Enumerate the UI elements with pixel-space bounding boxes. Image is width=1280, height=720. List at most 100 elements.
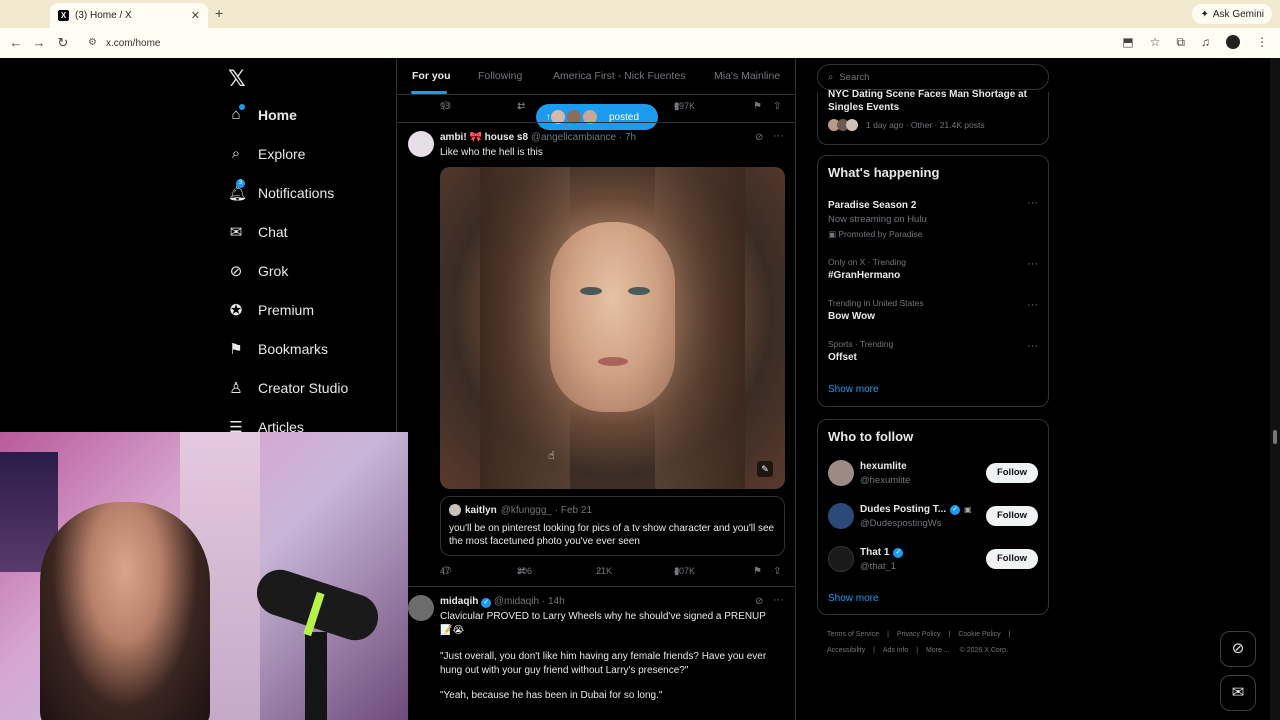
browser-tab-bar: X (3) Home / X ✕ + ✦ Ask Gemini [0, 0, 1280, 28]
close-tab-icon[interactable]: ✕ [191, 9, 200, 22]
trend-title: Paradise Season 2 [828, 200, 917, 211]
tweet-image[interactable]: ✎ [440, 167, 785, 489]
nav-premium[interactable]: ✪ Premium [228, 301, 314, 319]
grok-icon: ⊘ [229, 263, 243, 280]
url-text: x.com/home [106, 37, 161, 49]
nav-bookmarks[interactable]: ⚑ Bookmarks [228, 340, 328, 358]
author-name[interactable]: midaqih [440, 596, 478, 607]
tab-america-first[interactable]: America First - Nick Fuentes [553, 70, 685, 82]
footer-link[interactable]: Terms of Service [827, 631, 879, 638]
nav-home[interactable]: ⌂ Home [228, 104, 297, 123]
more-icon[interactable]: ··· [773, 130, 784, 142]
nav-chat[interactable]: ✉ Chat [228, 223, 288, 241]
more-icon[interactable]: ··· [1027, 197, 1038, 209]
nav-home-label: Home [258, 106, 297, 123]
footer-link[interactable]: Accessibility [827, 647, 865, 654]
avatar[interactable] [408, 131, 434, 157]
footer-link[interactable]: Ads info [883, 647, 908, 654]
whats-happening-heading: What's happening [828, 165, 940, 180]
trend-title: #GranHermano [828, 270, 901, 281]
extensions-icon[interactable]: ⧉ [1176, 35, 1185, 50]
suggestion-name: That 1 ✓ [860, 547, 904, 558]
avatar [449, 504, 461, 516]
image-edit-icon[interactable]: ✎ [757, 461, 773, 477]
nav-creator-studio-label: Creator Studio [258, 380, 349, 396]
more-icon[interactable]: ··· [1027, 299, 1038, 311]
verified-badge-icon: ✓ [893, 547, 904, 558]
image-face [550, 222, 675, 412]
follow-button[interactable]: Follow [986, 463, 1038, 483]
creator-icon: ♙ [229, 380, 243, 397]
tab-following[interactable]: Following [478, 70, 522, 82]
footer-link[interactable]: More ... [926, 647, 950, 654]
webcam-overlay [0, 432, 408, 720]
right-divider [795, 58, 796, 720]
follow-button[interactable]: Follow [986, 506, 1038, 526]
messages-fab-icon[interactable]: ✉ [1220, 675, 1256, 711]
media-controls-icon[interactable]: ♫ [1201, 35, 1210, 50]
follow-button[interactable]: Follow [986, 549, 1038, 569]
tweet-text: Clavicular PROVED to Larry Wheels why he… [440, 611, 766, 636]
pill-label: posted [609, 111, 640, 123]
grok-explain-icon[interactable]: ⊘ [755, 596, 763, 607]
site-info-icon[interactable]: ⚙ [88, 37, 97, 48]
notification-badge: 3 [236, 179, 245, 188]
repost-count: 306 [517, 566, 533, 576]
browser-menu-icon[interactable]: ⋮ [1256, 35, 1268, 50]
premium-icon: ✪ [229, 302, 243, 319]
scrollbar-thumb[interactable] [1273, 430, 1277, 444]
author-handle[interactable]: @midaqih · 14h [494, 596, 565, 607]
new-tab-button[interactable]: + [215, 5, 223, 21]
x-logo-icon[interactable]: 𝕏 [228, 66, 246, 92]
footer-link[interactable]: Cookie Policy [958, 631, 1000, 638]
more-icon[interactable]: ··· [1027, 340, 1038, 352]
nav-creator-studio[interactable]: ♙ Creator Studio [228, 379, 348, 397]
url-field[interactable]: ⚙ x.com/home [84, 32, 1104, 54]
footer-link[interactable]: Privacy Policy [897, 631, 941, 638]
nav-explore-label: Explore [258, 145, 306, 162]
tweet-separator [397, 122, 795, 123]
reply-count: 47 [440, 566, 451, 576]
trend-title: Offset [828, 352, 857, 363]
who-to-follow-heading: Who to follow [828, 429, 914, 444]
tweet-header: midaqih ✓ @midaqih · 14h [440, 596, 565, 608]
profile-avatar-icon[interactable] [1226, 35, 1240, 49]
more-icon[interactable]: ··· [1027, 258, 1038, 270]
quoted-tweet[interactable]: kaitlyn @kfunggg_ · Feb 21 you'll be on … [440, 496, 785, 556]
new-posts-pill[interactable]: ↑ posted [536, 104, 658, 130]
reload-icon[interactable]: ↻ [55, 35, 71, 51]
tab-title: (3) Home / X [75, 10, 132, 21]
nav-grok[interactable]: ⊘ Grok [228, 262, 289, 280]
forward-icon[interactable]: → [31, 35, 47, 50]
grok-fab-icon[interactable]: ⊘ [1220, 631, 1256, 667]
promoted-label: ▣ Promoted by Paradise [828, 229, 923, 239]
scrollbar[interactable] [1270, 58, 1280, 720]
top-story-card[interactable]: NYC Dating Scene Faces Man Shortage at S… [817, 89, 1049, 145]
nav-premium-label: Premium [258, 302, 315, 318]
back-icon[interactable]: ← [8, 35, 24, 50]
nav-explore[interactable]: ⌕ Explore [228, 145, 306, 162]
avatar[interactable] [408, 595, 434, 621]
grok-explain-icon[interactable]: ⊘ [755, 132, 763, 143]
bookmark-star-icon[interactable]: ☆ [1150, 35, 1161, 50]
x-favicon-icon: X [58, 10, 69, 21]
top-story-title: NYC Dating Scene Faces Man Shortage at S… [828, 89, 1027, 113]
more-icon[interactable]: ··· [773, 594, 784, 606]
nav-notifications[interactable]: 🔔︎ 3 Notifications [228, 179, 334, 202]
avatar [828, 503, 854, 529]
browser-tab[interactable]: X (3) Home / X ✕ [50, 3, 208, 28]
search-input[interactable]: ⌕ Search [817, 64, 1049, 90]
show-more-link[interactable]: Show more [828, 384, 879, 395]
footer-links: Accessibility | Ads info | More ... © 2026… [827, 647, 1008, 654]
author-name[interactable]: ambi! 🎀 house s8 [440, 132, 528, 143]
bookmark-icon: ⚑ [229, 341, 243, 358]
ask-gemini-button[interactable]: ✦ Ask Gemini [1192, 4, 1272, 24]
pill-avatar-3 [581, 108, 599, 126]
show-more-link[interactable]: Show more [828, 593, 879, 604]
tab-for-you[interactable]: For you [412, 70, 451, 82]
streamer [40, 502, 210, 720]
install-app-icon[interactable]: ⬒ [1122, 35, 1133, 50]
tab-mias-mainline[interactable]: Mia's Mainline [714, 70, 780, 82]
image-lips [598, 357, 628, 366]
author-handle[interactable]: @angelicambiance · 7h [531, 132, 636, 143]
